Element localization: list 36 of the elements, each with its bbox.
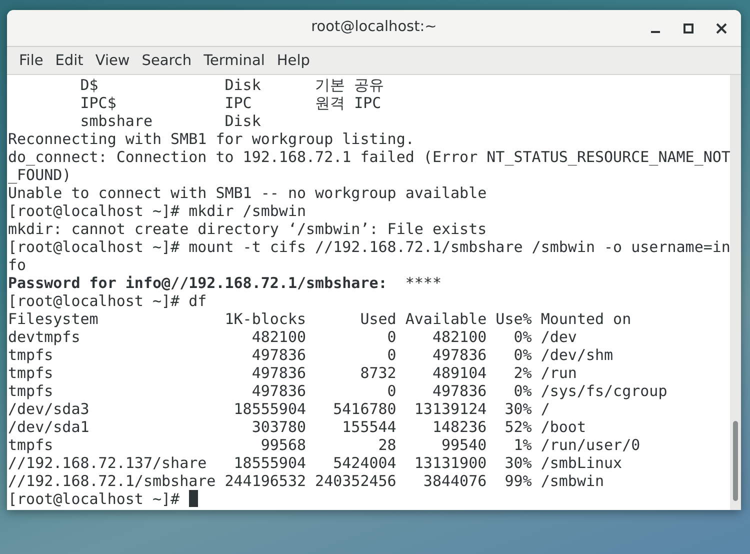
terminal-line: D$ Disk 기본 공유 [79,76,386,94]
maximize-icon[interactable] [683,23,694,34]
terminal-line: //192.168.72.137/share 18555904 5424004 13131900 30% /smbLinux [8,454,624,472]
window-title: root@localhost:~ [311,18,437,38]
terminal-line: do_connect: Connection to 192.168.72.1 failed (Error NT_STATUS_RESOURCE_NAME_NOT [8,148,730,166]
menu-item[interactable]: Terminal [198,46,271,74]
terminal-line: [root@localhost ~]# mount -t cifs //192.168.72.1/smbshare /smbwin -o username=in [8,238,730,256]
terminal-line: tmpfs 497836 0 497836 0% /dev/shm [8,346,614,364]
terminal-line: /dev/sda1 303780 155544 148236 52% /boot [8,418,587,436]
menu-item[interactable]: Search [136,46,198,74]
terminal-line: //192.168.72.1/smbshare 244196532 240352456 3844076 99% /smbwin [8,472,606,490]
terminal-line: [root@localhost ~]# df [8,292,208,310]
menu-item[interactable]: File [13,46,50,74]
text-cursor [188,490,198,507]
menu-item[interactable]: Help [270,46,316,74]
terminal-line: fo [8,256,28,274]
scrollbar-track[interactable] [730,75,741,510]
scrollbar-thumb[interactable] [733,421,738,501]
terminal-line: mkdir: cannot create directory ‘/smbwin’: File exists [8,220,488,238]
terminal-line: Reconnecting with SMB1 for workgroup listing. [8,130,416,148]
terminal-line: tmpfs 497836 0 497836 0% /sys/fs/cgroup [8,382,668,400]
terminal-line: [root@localhost ~]# mkdir /smbwin [8,202,308,220]
terminal-line: devtmpfs 482100 0 482100 0% /dev [8,328,578,346]
shell-prompt: [root@localhost ~]# [8,490,180,508]
terminal-line: tmpfs 99568 28 99540 1% /run/user/0 [8,436,642,454]
terminal-line: smbshare Disk [79,112,262,130]
terminal-line: Filesystem 1K-blocks Used Available Use% Mounted on [8,310,632,328]
terminal-line: tmpfs 497836 8732 489104 2% /run [8,364,578,382]
terminal-line: /dev/sda3 18555904 5416780 13139124 30% / [8,400,551,418]
close-icon[interactable] [716,23,727,34]
terminal-line: IPC$ IPC 원격 IPC [79,94,382,112]
terminal-line: _FOUND) [8,166,72,184]
terminal-line: Password for info@//192.168.72.1/smbshare: **** [8,274,442,292]
terminal-line: Unable to connect with SMB1 -- no workgroup available [8,184,488,202]
menu-item[interactable]: Edit [49,46,90,74]
menu-item[interactable]: View [89,46,136,74]
